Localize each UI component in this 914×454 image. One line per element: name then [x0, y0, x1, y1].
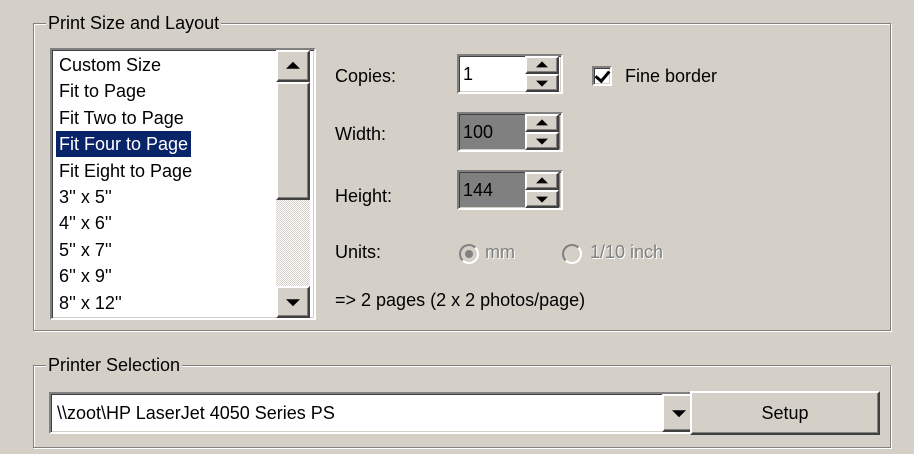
size-list-item[interactable]: 3'' x 5'' — [56, 184, 115, 210]
arrow-down-icon — [286, 299, 300, 307]
print-size-layout-group: Print Size and Layout Custom Size Fit to … — [33, 12, 891, 331]
checkmark-icon — [594, 66, 611, 84]
size-listbox[interactable]: Custom Size Fit to Page Fit Two to Page Fit… — [50, 48, 316, 320]
width-decrement[interactable] — [525, 132, 559, 150]
size-list-item[interactable]: Fit to Page — [56, 78, 149, 104]
setup-button[interactable]: Setup — [690, 391, 880, 435]
size-list-item[interactable]: Custom Size — [56, 52, 164, 78]
size-list-item[interactable]: 5'' x 7'' — [56, 237, 115, 263]
setup-button-label: Setup — [761, 402, 809, 423]
printer-name: \\zoot\HP LaserJet 4050 Series PS — [57, 403, 335, 423]
fine-border-label[interactable]: Fine border — [625, 64, 717, 88]
width-label: Width: — [335, 124, 387, 144]
copies-value: 1 — [463, 64, 474, 84]
printer-combobox[interactable]: \\zoot\HP LaserJet 4050 Series PS — [49, 392, 700, 434]
printer-selection-title: Printer Selection — [46, 354, 183, 376]
size-list-item[interactable]: 4'' x 6'' — [56, 210, 115, 236]
width-value: 100 — [463, 122, 494, 142]
scroll-down-button[interactable] — [276, 286, 310, 318]
arrow-down-icon — [536, 196, 548, 203]
size-list-item[interactable]: 8'' x 12'' — [56, 290, 125, 316]
copies-spinbox[interactable]: 1 — [457, 54, 563, 94]
height-increment[interactable] — [525, 172, 559, 190]
chevron-down-icon — [672, 410, 686, 418]
arrow-down-icon — [536, 80, 548, 87]
size-list-item[interactable]: 6'' x 9'' — [56, 263, 115, 289]
height-spinbox[interactable]: 144 — [457, 170, 563, 210]
units-inch-label: 1/10 inch — [590, 242, 664, 262]
size-list-item[interactable]: Fit Eight to Page — [56, 158, 195, 184]
printer-selection-group: Printer Selection \\zoot\HP LaserJet 405… — [33, 354, 891, 448]
height-decrement[interactable] — [525, 190, 559, 208]
width-spinbox[interactable]: 100 — [457, 112, 563, 152]
fine-border-checkbox[interactable] — [592, 66, 612, 86]
copies-increment[interactable] — [525, 56, 559, 74]
width-increment[interactable] — [525, 114, 559, 132]
units-mm-radio[interactable] — [459, 244, 479, 264]
scroll-thumb[interactable] — [276, 82, 310, 200]
units-inch-radio[interactable] — [562, 244, 582, 264]
units-mm-label: mm — [485, 242, 515, 262]
scroll-up-button[interactable] — [276, 50, 310, 82]
arrow-up-icon — [286, 61, 300, 69]
arrow-down-icon — [536, 138, 548, 145]
arrow-up-icon — [536, 119, 548, 126]
height-value: 144 — [463, 180, 494, 200]
units-label: Units: — [335, 242, 382, 262]
height-label: Height: — [335, 186, 393, 206]
copies-decrement[interactable] — [525, 74, 559, 92]
size-list-item[interactable]: Fit Four to Page — [56, 131, 192, 158]
print-size-layout-title: Print Size and Layout — [46, 12, 222, 34]
pages-summary: => 2 pages (2 x 2 photos/page) — [335, 290, 586, 310]
size-list-item[interactable]: Fit Two to Page — [56, 105, 187, 131]
arrow-up-icon — [536, 61, 548, 68]
radio-dot-icon — [465, 250, 473, 258]
copies-label: Copies: — [335, 66, 397, 86]
arrow-up-icon — [536, 177, 548, 184]
